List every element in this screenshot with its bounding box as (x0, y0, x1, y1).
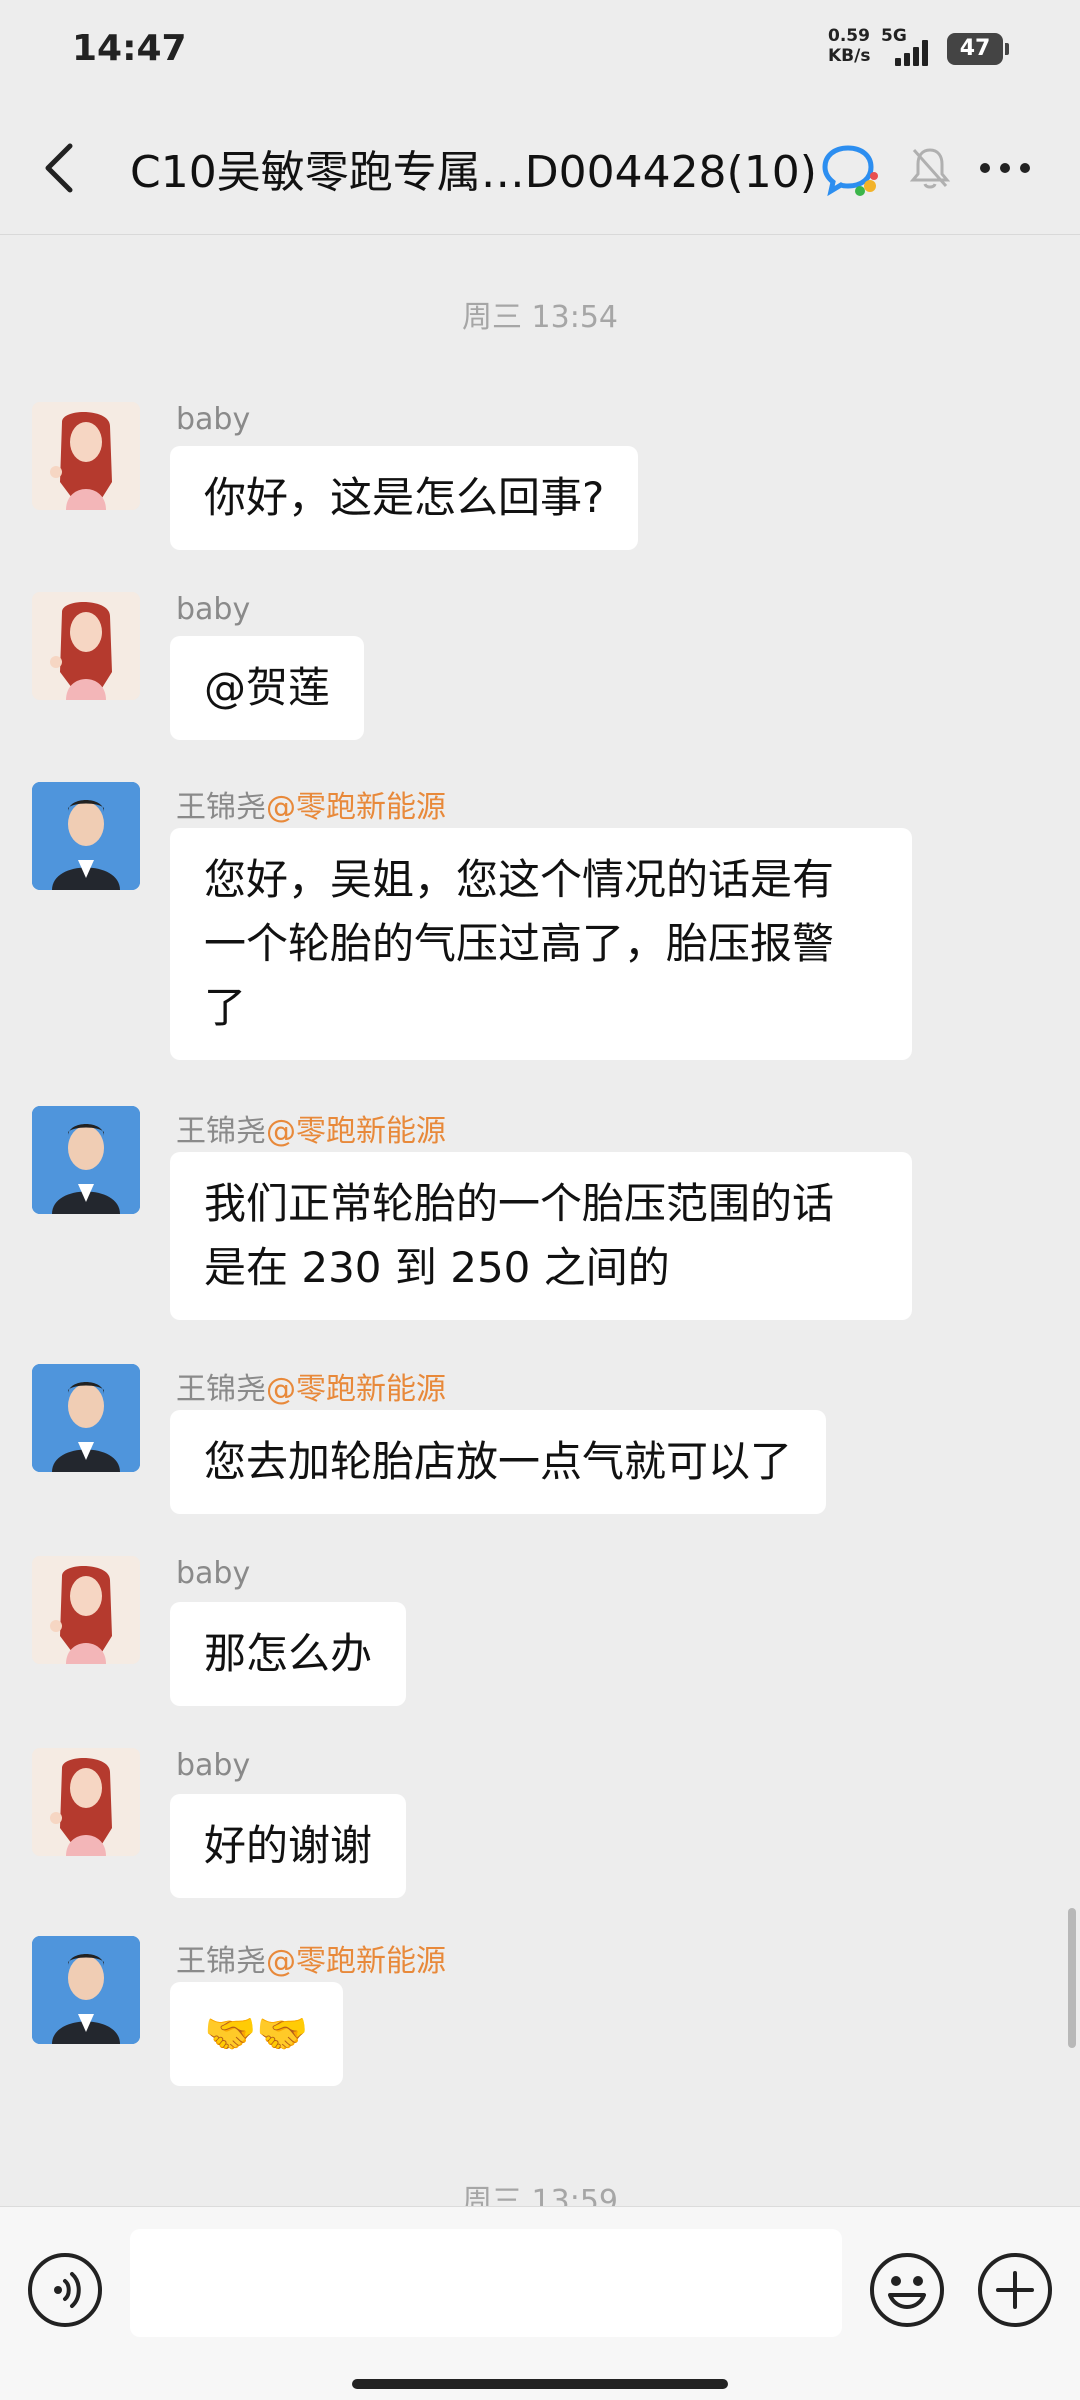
sender-org-tag: @零跑新能源 (266, 1114, 446, 1149)
sender-label: baby (176, 1748, 251, 1783)
message-bubble[interactable]: 那怎么办 (170, 1602, 407, 1706)
plus-icon (996, 2271, 1034, 2309)
plus-button[interactable] (978, 2253, 1052, 2327)
network-speed-unit: KB/s (828, 46, 871, 66)
sender-name: baby (176, 1556, 250, 1591)
avatar[interactable] (32, 1748, 140, 1856)
sender-name: 王锦尧@零跑新能源 (176, 1364, 446, 1408)
sender-name: baby (176, 1748, 250, 1783)
message-line: 我们正常轮胎的一个胎压范围的话 (204, 1179, 835, 1228)
status-time: 14:47 (72, 28, 187, 69)
scrollbar[interactable] (1068, 1908, 1076, 2048)
back-arrow-icon (45, 143, 73, 193)
message-bubble[interactable]: 您好，吴姐，您这个情况的话是有 一个轮胎的气压过高了，胎压报警 了 (170, 828, 912, 1060)
avatar[interactable] (32, 592, 140, 700)
sender-label: 王锦尧 (176, 1372, 266, 1407)
message-bubble[interactable]: 🤝🤝 (170, 1982, 343, 2086)
message-line: 一个轮胎的气压过高了，胎压报警 (204, 919, 835, 968)
voice-icon (54, 2272, 81, 2308)
input-bar (0, 2206, 1080, 2400)
message-line: 是在 230 到 250 之间的 (204, 1243, 670, 1292)
sender-label: 王锦尧 (176, 1114, 266, 1149)
chat-header: C10吴敏零跑专属…D004428(10) (0, 100, 1080, 235)
sender-name: 王锦尧@零跑新能源 (176, 1106, 446, 1150)
sender-label: baby (176, 592, 251, 627)
sender-name: baby (176, 402, 250, 437)
message-line: 了 (204, 983, 247, 1032)
avatar[interactable] (32, 402, 140, 510)
message-bubble[interactable]: 好的谢谢 (170, 1794, 407, 1898)
avatar[interactable] (32, 1106, 140, 1214)
emoji-button[interactable] (870, 2253, 944, 2327)
back-button[interactable] (36, 138, 86, 198)
message-bubble[interactable]: 你好，这是怎么回事? (170, 446, 639, 550)
avatar[interactable] (32, 1936, 140, 2044)
sender-label: baby (176, 1556, 251, 1591)
message-input[interactable] (130, 2229, 842, 2337)
network-speed: 0.59 KB/s (828, 26, 870, 66)
home-indicator[interactable] (352, 2379, 728, 2389)
message-line: 您好，吴姐，您这个情况的话是有 (204, 855, 835, 904)
more-dots-icon[interactable] (975, 150, 1035, 186)
chat-bubble-icon[interactable] (820, 142, 880, 198)
sender-org-tag: @零跑新能源 (266, 1944, 446, 1979)
sender-label: 王锦尧 (176, 1944, 266, 1979)
sender-name: baby (176, 592, 250, 627)
signal-icon (895, 40, 935, 66)
sender-label: baby (176, 402, 251, 437)
avatar[interactable] (32, 1556, 140, 1664)
emoji-icon (888, 2276, 926, 2309)
voice-button[interactable] (28, 2253, 102, 2327)
sender-org-tag: @零跑新能源 (266, 790, 446, 825)
sender-name: 王锦尧@零跑新能源 (176, 782, 446, 826)
timestamp: 周三 13:54 (462, 300, 618, 335)
message-bubble[interactable]: @贺莲 (170, 636, 365, 740)
status-bar: 14:47 0.59 KB/s 5G 47 (0, 0, 1080, 100)
avatar[interactable] (32, 1364, 140, 1472)
sender-org-tag: @零跑新能源 (266, 1372, 446, 1407)
avatar[interactable] (32, 782, 140, 890)
network-speed-value: 0.59 (828, 26, 870, 46)
bell-muted-icon[interactable] (908, 144, 952, 192)
battery-icon: 47 (947, 33, 1009, 65)
sender-name: 王锦尧@零跑新能源 (176, 1936, 446, 1980)
chat-title[interactable]: C10吴敏零跑专属…D004428(10) (130, 136, 817, 200)
message-bubble[interactable]: 我们正常轮胎的一个胎压范围的话 是在 230 到 250 之间的 (170, 1152, 912, 1320)
message-bubble[interactable]: 您去加轮胎店放一点气就可以了 (170, 1410, 827, 1514)
sender-label: 王锦尧 (176, 790, 266, 825)
